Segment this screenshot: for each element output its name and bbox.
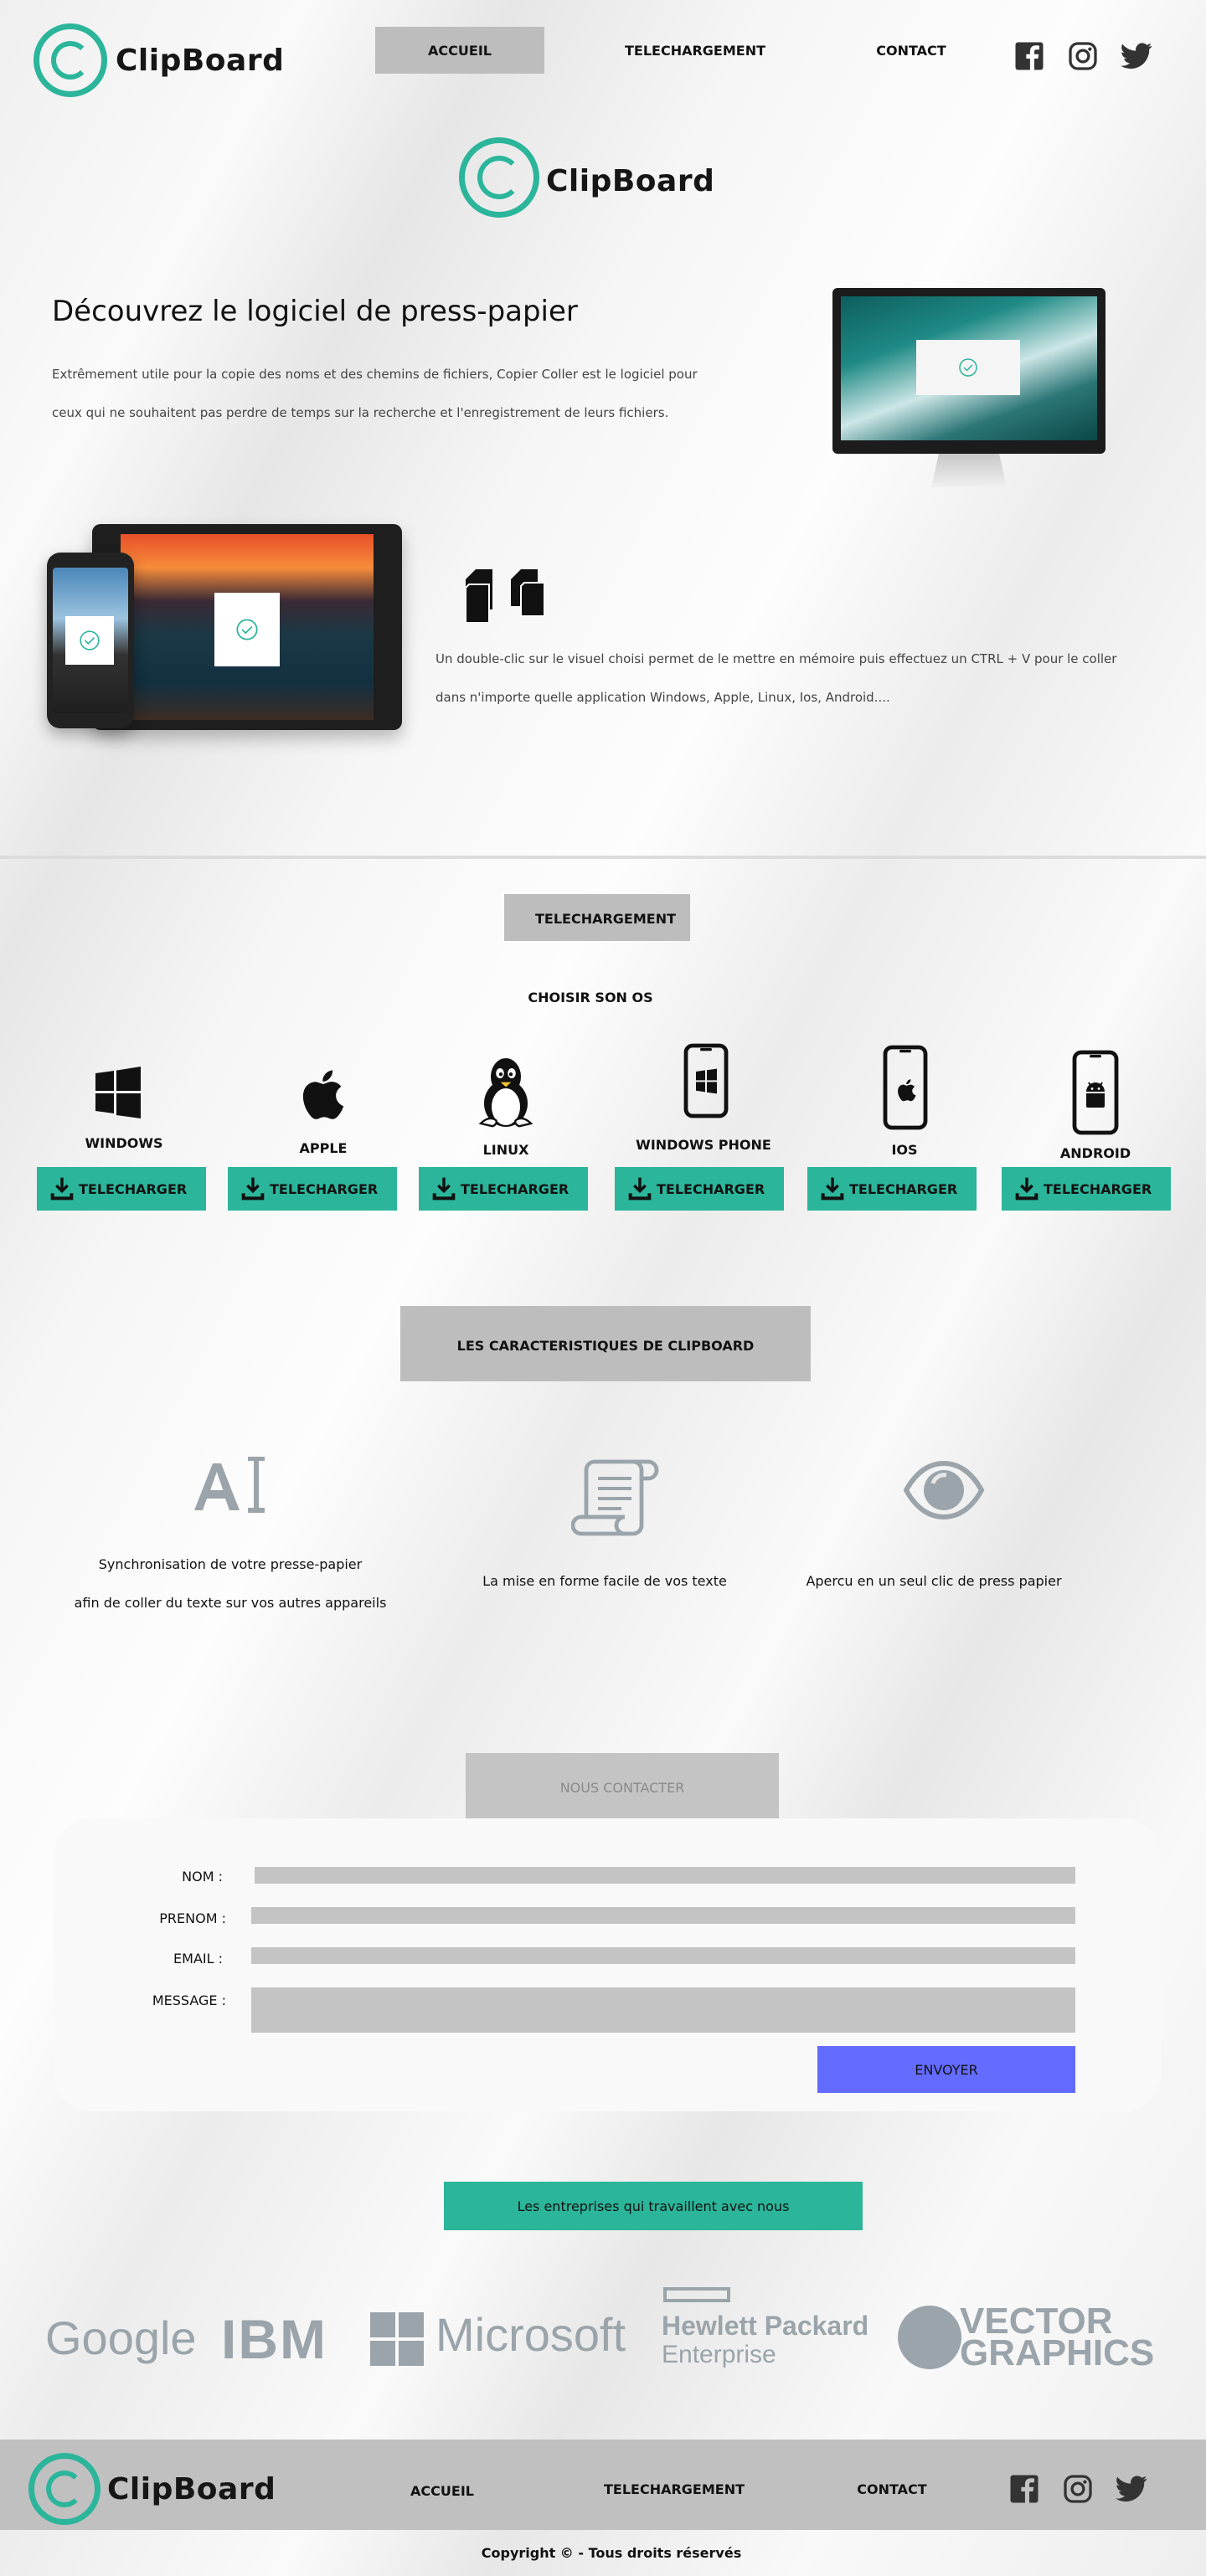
info-text-line1: Un double-clic sur le visuel choisi perm…	[436, 651, 1117, 666]
label-email: EMAIL :	[173, 1951, 223, 1967]
footer-logo[interactable]: ClipBoard	[28, 2453, 276, 2525]
apple-icon	[296, 1068, 345, 1123]
partner-ibm-logo: IBM	[221, 2308, 327, 2370]
partner-microsoft-logo: Microsoft	[436, 2308, 626, 2361]
feature-sync-line1: Synchronisation de votre presse-papier	[98, 1556, 363, 1572]
features-heading: LES CARACTERISTIQUES DE CLIPBOARD	[456, 1338, 755, 1354]
scroll-document-icon	[570, 1458, 660, 1540]
submit-button[interactable]: ENVOYER	[817, 2046, 1075, 2093]
email-field[interactable]	[251, 1947, 1075, 1964]
text-ai-icon	[194, 1456, 271, 1519]
android-phone-icon	[1072, 1050, 1119, 1139]
download-button-label: TELECHARGER	[270, 1180, 379, 1197]
tablet-phone-image	[47, 524, 402, 733]
download-icon	[45, 1175, 79, 1202]
hero-description-line1: Extrêmement utile pour la copie des noms…	[52, 367, 698, 382]
choose-os-heading: CHOISIR SON OS	[528, 990, 653, 1005]
microsoft-windows-icon	[370, 2312, 424, 2366]
partner-google-logo: Google	[45, 2311, 197, 2364]
copy-files-icon	[466, 569, 548, 623]
feature-format: La mise en forme facile de vos texte	[482, 1573, 727, 1589]
hero-logo: ClipBoard	[459, 137, 714, 218]
nav-download[interactable]: TELECHARGEMENT	[603, 43, 787, 59]
check-circle-icon	[236, 619, 258, 640]
facebook-icon[interactable]	[1008, 2473, 1040, 2505]
copyright-logo-icon	[34, 23, 107, 97]
os-label-apple: APPLE	[299, 1140, 348, 1156]
download-icon	[623, 1175, 657, 1202]
download-button-label: TELECHARGER	[461, 1180, 570, 1197]
nom-field[interactable]	[255, 1867, 1075, 1884]
hero-description-line2: ceux qui ne souhaitent pas perdre de tem…	[52, 405, 669, 420]
label-nom: NOM :	[182, 1869, 223, 1884]
hero-brand-name: ClipBoard	[546, 163, 715, 198]
download-button-label: TELECHARGER	[657, 1180, 765, 1197]
feature-sync-line2: afin de coller du texte sur vos autres a…	[74, 1595, 387, 1611]
contact-heading: NOUS CONTACTER	[559, 1780, 685, 1796]
hero-title: Découvrez le logiciel de press-papier	[52, 295, 578, 328]
hpe-rectangle-icon	[663, 2287, 730, 2302]
twitter-icon[interactable]	[1116, 2473, 1147, 2505]
submit-button-label: ENVOYER	[915, 2061, 978, 2078]
download-icon	[236, 1175, 270, 1202]
download-section-divider	[0, 856, 1206, 859]
feature-preview: Apercu en un seul clic de press papier	[806, 1573, 1062, 1589]
header-social-links	[1013, 40, 1152, 72]
download-heading: TELECHARGEMENT	[534, 911, 677, 927]
linux-tux-icon	[476, 1057, 536, 1134]
copyright-logo-icon	[459, 137, 539, 218]
windows-icon	[95, 1067, 141, 1122]
facebook-icon[interactable]	[1013, 40, 1045, 72]
download-icon	[816, 1175, 849, 1202]
check-circle-icon	[80, 630, 100, 650]
os-label-windows-phone: WINDOWS PHONE	[636, 1137, 771, 1153]
footer-brand-name: ClipBoard	[107, 2471, 276, 2507]
footer-nav-home[interactable]: ACCUEIL	[368, 2483, 516, 2499]
download-icon	[427, 1175, 461, 1202]
nav-contact[interactable]: CONTACT	[838, 43, 985, 59]
download-button-linux[interactable]: TELECHARGER	[419, 1167, 588, 1211]
prenom-field[interactable]	[251, 1907, 1075, 1924]
nav-home[interactable]: ACCUEIL	[375, 43, 544, 59]
download-button-ios[interactable]: TELECHARGER	[807, 1167, 977, 1211]
windows-phone-icon	[683, 1043, 729, 1122]
brand-name: ClipBoard	[116, 43, 285, 78]
download-button-label: TELECHARGER	[1044, 1180, 1152, 1197]
desktop-monitor-image	[832, 288, 1106, 492]
download-button-label: TELECHARGER	[79, 1180, 188, 1197]
download-button-label: TELECHARGER	[849, 1180, 958, 1197]
footer-social-links	[1008, 2473, 1147, 2505]
instagram-icon[interactable]	[1062, 2473, 1094, 2505]
copyright-logo-icon	[28, 2453, 100, 2525]
partner-hpe-logo-line1: Hewlett Packard	[662, 2311, 869, 2341]
download-button-windows-phone[interactable]: TELECHARGER	[615, 1167, 784, 1211]
message-field[interactable]	[251, 1987, 1075, 2033]
twitter-icon[interactable]	[1121, 40, 1152, 72]
partners-heading-box: Les entreprises qui travaillent avec nou…	[444, 2182, 863, 2230]
ios-phone-icon	[883, 1045, 928, 1134]
footer-nav-download[interactable]: TELECHARGEMENT	[586, 2481, 762, 2497]
footer-nav-contact[interactable]: CONTACT	[821, 2481, 963, 2497]
eye-icon	[903, 1457, 985, 1527]
partner-hpe-logo-line2: Enterprise	[662, 2341, 776, 2368]
os-label-ios: IOS	[891, 1142, 918, 1158]
partners-heading: Les entreprises qui travaillent avec nou…	[517, 2198, 790, 2214]
vector-circle-icon	[898, 2306, 961, 2369]
header-logo[interactable]: ClipBoard	[34, 23, 284, 97]
copyright-text: Copyright © - Tous droits réservés	[481, 2545, 742, 2561]
download-button-windows[interactable]: TELECHARGER	[37, 1167, 206, 1211]
os-label-android: ANDROID	[1059, 1145, 1131, 1161]
label-prenom: PRENOM :	[159, 1910, 226, 1926]
check-circle-icon	[959, 358, 977, 377]
os-label-linux: LINUX	[482, 1142, 529, 1158]
download-button-android[interactable]: TELECHARGER	[1002, 1167, 1171, 1211]
instagram-icon[interactable]	[1067, 40, 1099, 72]
label-message: MESSAGE :	[152, 1992, 226, 2008]
os-label-windows: WINDOWS	[85, 1135, 163, 1151]
download-icon	[1010, 1175, 1044, 1202]
info-text-line2: dans n'importe quelle application Window…	[436, 690, 890, 705]
partner-vector-logo-line2: GRAPHICS	[960, 2332, 1155, 2373]
download-button-apple[interactable]: TELECHARGER	[228, 1167, 397, 1211]
